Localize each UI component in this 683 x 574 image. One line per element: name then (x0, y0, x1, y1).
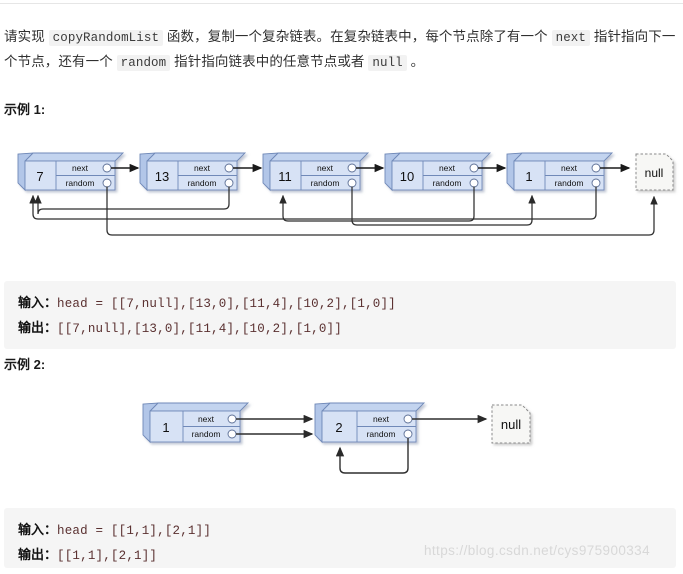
node2-2: 2 next random (314, 402, 426, 444)
random-13-to-0 (34, 186, 230, 215)
node-next-label: next (194, 163, 211, 173)
example1-output-line: 输出：[[7,null],[13,0],[11,4],[10,2],[1,0]] (18, 316, 662, 341)
random-port (224, 178, 234, 188)
example1-io-block: 输入：head = [[7,null],[13,0],[11,4],[10,2]… (4, 281, 676, 349)
random-port (102, 178, 112, 188)
random-1-to-0 (29, 186, 597, 220)
null-label: null (645, 166, 664, 180)
node-random-label: random (192, 429, 221, 439)
next-port (403, 414, 413, 424)
input-label: 输入： (18, 295, 58, 310)
example2-title: 示例 2: (4, 357, 46, 372)
node-value: 2 (335, 420, 342, 435)
node-value: 13 (155, 169, 169, 184)
node-next-label: next (198, 414, 215, 424)
example2-input-line: 输入：head = [[1,1],[2,1]] (18, 518, 662, 543)
random-arrows (29, 186, 658, 236)
input-value: head = [[7,null],[13,0],[11,4],[10,2],[1… (57, 297, 396, 311)
random-port (403, 429, 413, 439)
output-label: 输出： (18, 320, 58, 335)
next-port (469, 163, 479, 173)
example2-output-line: 输出：[[1,1],[2,1]] (18, 543, 662, 568)
node-next-label: next (439, 163, 456, 173)
input-value: head = [[1,1],[2,1]] (57, 524, 212, 538)
node2-1: 1 next random (142, 402, 250, 444)
null-label: null (501, 417, 521, 432)
random-port (347, 178, 357, 188)
node-random-label: random (555, 178, 584, 188)
problem-description: 请实现 copyRandomList 函数，复制一个复杂链表。在复杂链表中，每个… (4, 28, 676, 71)
random-port (227, 429, 237, 439)
node-random-label: random (66, 178, 95, 188)
next-port (347, 163, 357, 173)
node-next-label: next (317, 163, 334, 173)
input-label: 输入： (18, 522, 58, 537)
node-11: 11 next random (262, 152, 370, 192)
null-node-2: null (491, 404, 531, 444)
node-random-label: random (433, 178, 462, 188)
inline-code-next: next (551, 29, 590, 46)
node-value: 11 (278, 169, 292, 184)
node-1: 1 next random (506, 152, 614, 192)
random-2-to-2 (335, 438, 409, 474)
next-port (102, 163, 112, 173)
random-10-to-2 (279, 186, 475, 222)
node-next-label: next (373, 414, 390, 424)
node-10: 10 next random (384, 152, 492, 192)
null-node-1: null (635, 153, 674, 191)
example1-title: 示例 1: (4, 102, 46, 117)
output-value: [[1,1],[2,1]] (57, 549, 158, 563)
random-port (591, 178, 601, 188)
random-port (469, 178, 479, 188)
next-port (591, 163, 601, 173)
node-value: 7 (36, 169, 43, 184)
output-value: [[7,null],[13,0],[11,4],[10,2],[1,0]] (57, 322, 342, 336)
node-random-label: random (367, 429, 396, 439)
output-label: 输出： (18, 547, 58, 562)
node-random-label: random (311, 178, 340, 188)
node-7: 7 next random (17, 152, 125, 192)
example2-diagram: 1 next random 2 next random null (0, 385, 683, 490)
top-divider (0, 3, 683, 4)
next-port (227, 414, 237, 424)
example2-io-block: 输入：head = [[1,1],[2,1]] 输出：[[1,1],[2,1]] (4, 508, 676, 568)
node-random-label: random (188, 178, 217, 188)
node-value: 1 (162, 420, 169, 435)
node-13: 13 next random (139, 152, 247, 192)
random-7-to-null (106, 186, 658, 236)
node-next-label: next (561, 163, 578, 173)
inline-code-copyRandomList: copyRandomList (48, 29, 164, 46)
inline-code-null: null (368, 54, 407, 71)
node-value: 1 (525, 169, 532, 184)
example1-input-line: 输入：head = [[7,null],[13,0],[11,4],[10,2]… (18, 291, 662, 316)
inline-code-random: random (116, 54, 171, 71)
example1-diagram: 7 next random 13 next random 11 next ran… (0, 140, 683, 265)
node-value: 10 (400, 169, 414, 184)
next-port (224, 163, 234, 173)
node-next-label: next (72, 163, 89, 173)
